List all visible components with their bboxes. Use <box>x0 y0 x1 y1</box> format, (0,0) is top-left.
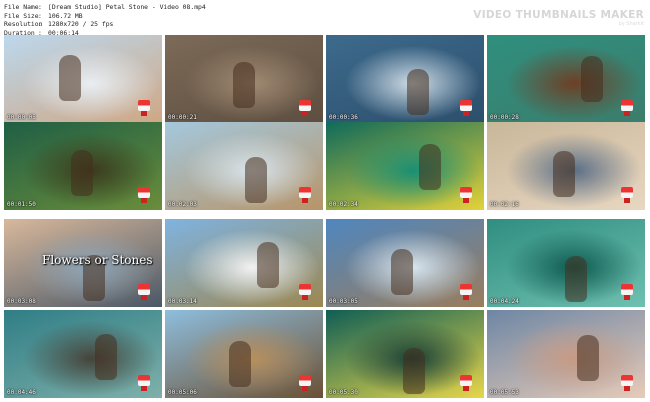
timestamp: 00:03:14 <box>168 298 197 305</box>
separator: : <box>38 11 42 20</box>
separator: : <box>38 3 42 11</box>
video-thumbnail[interactable]: 00:02:16 <box>487 122 645 210</box>
timestamp: 00:05:30 <box>329 389 358 396</box>
studio-logo-icon <box>299 100 311 116</box>
file-name-label: File Name <box>4 3 39 11</box>
video-thumbnail[interactable]: 00:00:05 <box>4 35 162 123</box>
scene-figure <box>245 157 267 203</box>
video-thumbnail[interactable]: 00:03:05 <box>326 219 484 307</box>
timestamp: 00:02:16 <box>490 201 519 208</box>
studio-logo-icon <box>460 187 472 203</box>
studio-logo-icon <box>460 100 472 116</box>
timestamp: 00:00:21 <box>168 114 197 121</box>
studio-logo-icon <box>138 284 150 300</box>
scene-figure <box>229 341 251 387</box>
file-size-label: File Size <box>4 11 39 20</box>
timestamp: 00:05:06 <box>168 389 197 396</box>
timestamp: 00:00:05 <box>7 114 36 121</box>
video-thumbnail[interactable]: 00:01:50 <box>4 122 162 210</box>
scene-figure <box>553 151 575 197</box>
scene-figure <box>59 55 81 101</box>
separator: : <box>38 20 42 28</box>
studio-logo-icon <box>299 284 311 300</box>
file-size-value: 106.72 MB <box>48 11 83 20</box>
watermark-title: VIDEO THUMBNAILS MAKER <box>473 9 644 21</box>
timestamp: 00:01:50 <box>7 201 36 208</box>
video-thumbnail[interactable]: 00:05:53 <box>487 310 645 398</box>
file-size-row: File Size:106.72 MB <box>4 12 206 21</box>
studio-logo-icon <box>460 284 472 300</box>
scene-figure <box>407 69 429 115</box>
video-thumbnail[interactable]: 00:04:24 <box>487 219 645 307</box>
studio-logo-icon <box>621 187 633 203</box>
resolution-row: Resolution:1280x720 / 25 fps <box>4 20 206 29</box>
video-thumbnail[interactable]: 00:03:14 <box>165 219 323 307</box>
scene-figure <box>391 249 413 295</box>
video-thumbnail[interactable]: 00:00:28 <box>487 35 645 123</box>
video-thumbnail[interactable]: 00:00:36 <box>326 35 484 123</box>
scene-figure <box>403 348 425 394</box>
file-name-value: [Dream Studio] Petal Stone - Video 08.mp… <box>48 3 206 11</box>
timestamp: 00:04:24 <box>490 298 519 305</box>
video-thumbnail[interactable]: 00:00:21 <box>165 35 323 123</box>
file-info-panel: File Name: [Dream Studio] Petal Stone - V… <box>4 3 206 37</box>
studio-logo-icon <box>460 375 472 391</box>
studio-logo-icon <box>299 375 311 391</box>
resolution-value: 1280x720 / 25 fps <box>48 20 114 28</box>
watermark: VIDEO THUMBNAILS MAKER by Sharkit <box>473 9 644 27</box>
title-overlay: Flowers or Stones <box>42 253 153 267</box>
timestamp: 00:00:36 <box>329 114 358 121</box>
studio-logo-icon <box>299 187 311 203</box>
file-name-row: File Name: [Dream Studio] Petal Stone - V… <box>4 3 206 12</box>
watermark-subtitle: by Sharkit <box>618 21 644 27</box>
video-thumbnail[interactable]: Flowers or Stones 00:03:08 <box>4 219 162 307</box>
scene-figure <box>581 56 603 102</box>
timestamp: 00:03:05 <box>329 298 358 305</box>
timestamp: 00:04:46 <box>7 389 36 396</box>
timestamp: 00:03:08 <box>7 298 36 305</box>
timestamp: 00:05:53 <box>490 389 519 396</box>
studio-logo-icon <box>138 375 150 391</box>
video-thumbnail[interactable]: 00:02:34 <box>326 122 484 210</box>
video-thumbnail[interactable]: 00:05:06 <box>165 310 323 398</box>
resolution-label: Resolution <box>4 20 43 28</box>
timestamp: 00:02:34 <box>329 201 358 208</box>
studio-logo-icon <box>138 187 150 203</box>
studio-logo-icon <box>621 375 633 391</box>
timestamp: 00:00:28 <box>490 114 519 121</box>
scene-figure <box>233 62 255 108</box>
scene-figure <box>565 256 587 302</box>
scene-figure <box>95 334 117 380</box>
scene-figure <box>419 144 441 190</box>
scene-figure <box>71 150 93 196</box>
studio-logo-icon <box>621 284 633 300</box>
scene-figure <box>257 242 279 288</box>
video-thumbnail[interactable]: 00:02:03 <box>165 122 323 210</box>
video-thumbnail[interactable]: 00:05:30 <box>326 310 484 398</box>
video-thumbnail[interactable]: 00:04:46 <box>4 310 162 398</box>
studio-logo-icon <box>621 100 633 116</box>
timestamp: 00:02:03 <box>168 201 197 208</box>
scene-figure <box>577 335 599 381</box>
studio-logo-icon <box>138 100 150 116</box>
